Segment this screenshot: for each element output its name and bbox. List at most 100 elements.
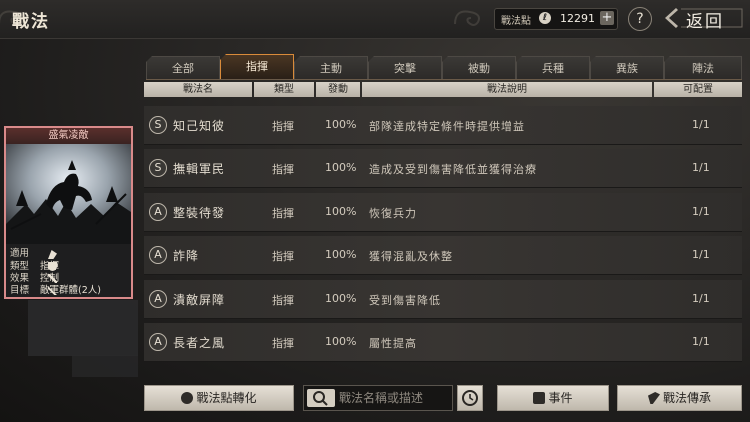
grade-badge: S (149, 159, 167, 177)
tab-assault[interactable]: 突擊 (368, 56, 442, 80)
cavalry-charge-artwork (6, 144, 131, 244)
tab-command[interactable]: 指揮 (220, 54, 294, 80)
tactic-type: 指揮 (272, 120, 294, 133)
tactic-config-count: 1/1 (692, 248, 710, 261)
column-header-description[interactable]: 戰法說明 (362, 82, 652, 97)
tab-underline (146, 79, 742, 80)
cloud-swirl-icon (454, 10, 480, 26)
inherit-tactic-button[interactable]: 戰法傳承 (617, 385, 742, 411)
convert-points-button[interactable]: 戰法點轉化 (144, 385, 294, 411)
search-box (303, 385, 453, 411)
tactic-name: 整裝待發 (173, 206, 226, 220)
column-header-type[interactable]: 類型 (254, 82, 314, 97)
grade-badge: A (149, 246, 167, 264)
tab-troop-type[interactable]: 兵種 (516, 56, 590, 80)
tactic-description: 造成及受到傷害降低並獲得治療 (369, 163, 537, 176)
tactic-description: 屬性提高 (369, 337, 417, 350)
tactic-trigger-rate: 100% (325, 248, 357, 261)
tactic-points-label: 戰法點 (501, 16, 531, 27)
table-row[interactable]: A 詐降 指揮 100% 獲得混亂及休整 1/1 (144, 236, 742, 275)
tactic-points-icon: ℓ (539, 12, 551, 24)
history-button[interactable] (457, 385, 483, 411)
tactic-trigger-rate: 100% (325, 205, 357, 218)
card-type-row: 類型 指揮 (10, 261, 59, 273)
card-target-row: 目標 敵軍群體(2人) (10, 285, 101, 297)
effect-value: 控制 (40, 273, 60, 284)
target-key: 目標 (10, 285, 30, 296)
tactic-name: 知己知彼 (173, 119, 226, 133)
clock-icon (462, 390, 478, 406)
table-row[interactable]: S 撫輯軍民 指揮 100% 造成及受到傷害降低並獲得治療 1/1 (144, 149, 742, 188)
card-stack-shadow (28, 300, 138, 356)
tactic-name: 撫輯軍民 (173, 162, 226, 176)
tactic-config-count: 1/1 (692, 118, 710, 131)
tactic-name: 詐降 (173, 249, 200, 263)
table-row[interactable]: A 整裝待發 指揮 100% 恢復兵力 1/1 (144, 193, 742, 232)
tactic-config-count: 1/1 (692, 161, 710, 174)
event-label: 事件 (548, 391, 573, 405)
hammer-icon (647, 392, 660, 404)
help-button[interactable]: ? (628, 7, 652, 31)
tab-all[interactable]: 全部 (146, 56, 220, 80)
tactic-detail-card[interactable]: 盛氣凌敵 適用 類型 指揮 效果 控制 目標 敵軍群體(2人) (4, 126, 133, 299)
tactic-trigger-rate: 100% (325, 118, 357, 131)
tactic-description: 恢復兵力 (369, 207, 417, 220)
table-row[interactable]: A 潰敵屏障 指揮 100% 受到傷害降低 1/1 (144, 280, 742, 319)
tactic-name: 長者之風 (173, 336, 226, 350)
grade-badge: A (149, 333, 167, 351)
type-key: 類型 (10, 261, 30, 272)
tab-formation[interactable]: 陣法 (664, 56, 742, 80)
tactic-type: 指揮 (272, 250, 294, 263)
type-value: 指揮 (40, 261, 60, 272)
apply-key: 適用 (10, 248, 30, 259)
grade-badge: A (149, 290, 167, 308)
grade-badge: A (149, 203, 167, 221)
page-title: 戰法 (12, 12, 50, 32)
tactic-description: 部隊達成特定條件時提供增益 (369, 120, 525, 133)
card-stack-shadow (72, 355, 138, 377)
tab-active[interactable]: 主動 (294, 56, 368, 80)
tactic-config-count: 1/1 (692, 335, 710, 348)
target-value: 敵軍群體(2人) (40, 285, 101, 296)
column-header-name[interactable]: 戰法名 (144, 82, 252, 97)
back-button[interactable]: 返回 (664, 6, 744, 32)
card-title: 盛氣凌敵 (6, 128, 131, 144)
table-row[interactable]: S 知己知彼 指揮 100% 部隊達成特定條件時提供增益 1/1 (144, 106, 742, 145)
column-header-trigger[interactable]: 發動 (316, 82, 360, 97)
search-icon (313, 391, 328, 406)
tab-foreign[interactable]: 異族 (590, 56, 664, 80)
flame-icon (181, 392, 194, 404)
cavalry-icon (48, 250, 57, 259)
tactic-description: 受到傷害降低 (369, 294, 441, 307)
tactic-description: 獲得混亂及休整 (369, 250, 453, 263)
event-icon (533, 392, 546, 404)
tactic-type: 指揮 (272, 294, 294, 307)
event-button[interactable]: 事件 (497, 385, 609, 411)
tactic-type: 指揮 (272, 207, 294, 220)
convert-points-label: 戰法點轉化 (196, 391, 257, 405)
back-label: 返回 (686, 12, 724, 32)
tactic-points-value: 12291 (560, 12, 595, 25)
search-input[interactable] (339, 389, 449, 407)
tactic-config-count: 1/1 (692, 205, 710, 218)
tactic-trigger-rate: 100% (325, 161, 357, 174)
search-button[interactable] (307, 389, 335, 407)
tactic-type: 指揮 (272, 163, 294, 176)
tactic-points-display: 戰法點 ℓ 12291 + (494, 8, 618, 30)
column-header-config[interactable]: 可配置 (654, 82, 742, 97)
card-info-panel: 適用 類型 指揮 效果 控制 目標 敵軍群體(2人) (6, 246, 131, 299)
grade-badge: S (149, 116, 167, 134)
tab-passive[interactable]: 被動 (442, 56, 516, 80)
tactic-config-count: 1/1 (692, 292, 710, 305)
tactic-trigger-rate: 100% (325, 335, 357, 348)
effect-key: 效果 (10, 273, 30, 284)
tactic-type: 指揮 (272, 337, 294, 350)
inherit-tactic-label: 戰法傳承 (662, 391, 711, 405)
tactic-trigger-rate: 100% (325, 292, 357, 305)
siege-icon (48, 298, 57, 299)
top-bar: 戰法 戰法點 ℓ 12291 + ? 返回 (0, 0, 750, 39)
add-points-button[interactable]: + (600, 11, 614, 25)
tactic-name: 潰敵屏障 (173, 293, 226, 307)
table-row[interactable]: A 長者之風 指揮 100% 屬性提高 1/1 (144, 323, 742, 362)
card-effect-row: 效果 控制 (10, 273, 59, 285)
